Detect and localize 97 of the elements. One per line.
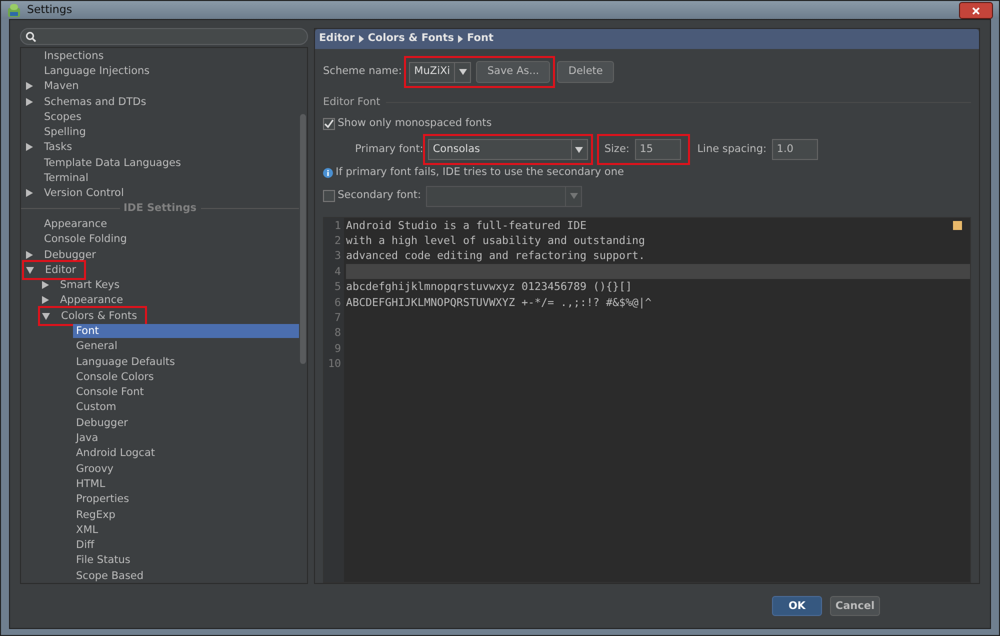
tree-item[interactable]: Version Control <box>41 186 127 200</box>
tree-item[interactable]: Font <box>73 324 299 338</box>
tree-item[interactable]: Scope Based <box>73 568 147 583</box>
tree-item[interactable]: Console Font <box>73 385 147 400</box>
tree-item[interactable]: HTML <box>73 476 108 491</box>
tree-item[interactable]: Scopes <box>41 110 84 124</box>
dropdown-value: Consolas <box>432 142 481 157</box>
tree-item[interactable]: Maven <box>41 79 82 94</box>
checkbox-label: Secondary font: <box>338 188 421 204</box>
line-number: 4 <box>333 264 341 280</box>
save-as-button[interactable]: Save As... <box>476 61 550 83</box>
breadcrumb-item: Colors & Fonts <box>368 31 454 46</box>
collapsed-arrow-icon[interactable] <box>25 189 33 198</box>
scheme-dropdown[interactable]: MuZiXi <box>409 62 472 82</box>
tree-item[interactable]: Console Folding <box>41 232 130 246</box>
dropdown-arrow-icon <box>575 146 584 152</box>
code-line: advanced code editing and refactoring support. <box>346 249 646 262</box>
tree-item[interactable]: Colors & Fonts <box>58 308 140 323</box>
info-note: If primary font fails, IDE tries to use the secondary one <box>336 164 624 180</box>
tree-item[interactable]: Java <box>73 431 102 446</box>
collapsed-arrow-icon[interactable] <box>25 250 33 258</box>
tree-item[interactable]: Properties <box>73 492 132 506</box>
line-number: 10 <box>326 356 341 372</box>
app-icon <box>7 3 21 17</box>
line-number: 5 <box>333 279 341 295</box>
chevron-icon <box>358 35 364 43</box>
tree-item[interactable]: Appearance <box>41 216 110 231</box>
code-line: with a high level of usability and outstanding <box>346 234 646 248</box>
tree-item[interactable]: Inspections <box>41 48 107 63</box>
tree-item[interactable]: File Status <box>73 553 134 568</box>
tree-item[interactable]: Debugger <box>41 248 99 262</box>
chevron-icon <box>458 35 464 43</box>
checkmark-icon <box>324 118 334 129</box>
cancel-button[interactable]: Cancel <box>830 596 880 616</box>
dropdown-value: MuZiXi <box>413 64 452 80</box>
font-dropdown[interactable]: Consolas <box>428 139 588 160</box>
line-number: 9 <box>333 340 341 356</box>
code-line: ABCDEFGHIJKLMNOPQRSTUVWXYZ +-*/= .,;:!? #&$%@|^ <box>346 296 652 309</box>
tree-item[interactable]: Tasks <box>41 140 76 154</box>
tree-item[interactable]: Editor <box>42 262 80 277</box>
tree-item[interactable]: Console Colors <box>73 370 157 384</box>
line-spacing-field[interactable]: 1.0 <box>772 139 818 160</box>
breadcrumb-item: Font <box>467 31 494 46</box>
dropdown-arrow-icon <box>458 69 467 75</box>
collapsed-arrow-icon[interactable] <box>41 281 49 290</box>
field-label: Scheme name: <box>323 64 402 80</box>
collapsed-arrow-icon[interactable] <box>25 143 33 152</box>
close-button[interactable] <box>959 2 993 19</box>
collapsed-arrow-icon[interactable] <box>25 82 33 90</box>
window-title: Settings <box>27 2 72 18</box>
expanded-arrow-icon[interactable] <box>26 266 34 274</box>
checkbox[interactable] <box>323 190 335 202</box>
field-label: Line spacing: <box>697 142 767 157</box>
tree-item[interactable]: Language Defaults <box>73 354 178 369</box>
scrollbar-thumb[interactable] <box>300 114 306 364</box>
field-label: Size: <box>604 142 630 157</box>
collapsed-arrow-icon[interactable] <box>25 98 33 106</box>
tree-item[interactable]: Groovy <box>73 462 116 476</box>
code-line: abcdefghijklmnopqrstuvwxyz 0123456789 (){}[] <box>346 280 632 294</box>
checkbox-label: Show only monospaced fonts <box>338 116 492 131</box>
tree-item[interactable]: RegExp <box>73 508 118 522</box>
tree-item[interactable]: General <box>73 339 120 354</box>
line-number: 7 <box>333 310 341 326</box>
tree-item[interactable]: Custom <box>73 400 120 414</box>
tree-item[interactable]: Template Data Languages <box>41 156 184 170</box>
line-number: 1 <box>333 218 341 234</box>
tree-item[interactable]: Debugger <box>73 416 131 430</box>
search-field[interactable] <box>20 28 308 45</box>
tree-item[interactable]: Terminal <box>41 171 92 186</box>
ok-button[interactable]: OK <box>772 596 822 616</box>
expanded-arrow-icon[interactable] <box>42 312 50 320</box>
close-icon <box>971 6 981 16</box>
tree-item[interactable]: Spelling <box>41 125 89 140</box>
collapsed-arrow-icon[interactable] <box>41 296 49 304</box>
line-number: 6 <box>333 294 341 310</box>
tree-item[interactable]: Diff <box>73 538 98 552</box>
marker-icon <box>953 220 962 230</box>
tree-item[interactable]: Android Logcat <box>73 446 158 460</box>
search-icon <box>25 31 36 42</box>
breadcrumb-item: Editor <box>319 31 355 46</box>
tree-item[interactable]: Appearance <box>57 293 126 308</box>
tree-item[interactable]: Schemas and DTDs <box>41 94 150 109</box>
tree-item[interactable]: Smart Keys <box>57 278 123 292</box>
code-line: Android Studio is a full-featured IDE <box>346 218 587 232</box>
line-number: 3 <box>333 248 341 264</box>
delete-button[interactable]: Delete <box>557 61 614 83</box>
line-number: 8 <box>333 325 341 341</box>
line-number: 2 <box>333 233 341 248</box>
size-field[interactable]: 15 <box>634 139 681 160</box>
info-icon <box>323 168 333 178</box>
checkbox[interactable] <box>323 118 335 130</box>
tree-item[interactable]: Language Injections <box>41 64 153 78</box>
tree-item[interactable]: XML <box>73 522 102 537</box>
section-title: Editor Font <box>323 95 380 110</box>
field-label: Primary font: <box>355 142 424 157</box>
dropdown-arrow-icon <box>570 193 578 200</box>
section-header: IDE Settings <box>124 200 197 216</box>
